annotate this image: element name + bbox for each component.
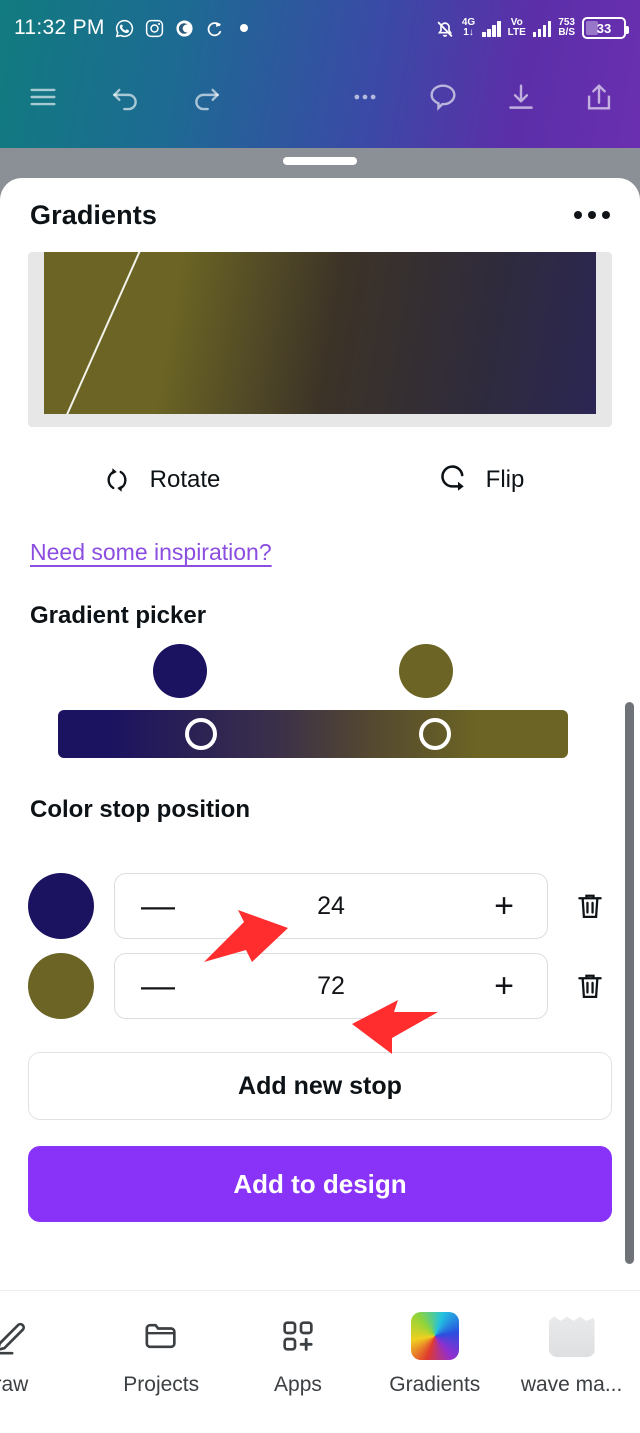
add-new-stop-button[interactable]: Add new stop	[28, 1052, 612, 1120]
status-bar-right: 4G 1↓ Vo LTE 753 B/S 33	[434, 17, 629, 39]
undo-icon[interactable]	[106, 78, 144, 116]
color-swatch[interactable]	[28, 873, 94, 939]
status-bar-left: 11:32 PM	[14, 16, 255, 40]
nav-label-wave-maker: wave ma...	[520, 1373, 623, 1396]
stop-color-bubble-1[interactable]	[153, 644, 207, 698]
wave-thumbnail-icon	[548, 1313, 595, 1359]
increment-button[interactable]: +	[487, 969, 521, 1003]
sync-icon	[204, 18, 225, 39]
gradients-rainbow-icon	[410, 1312, 459, 1360]
draw-pen-icon	[0, 1313, 33, 1359]
app-c-icon	[174, 18, 195, 39]
redo-icon[interactable]	[188, 78, 226, 116]
decrement-button[interactable]: —	[141, 969, 175, 1003]
stop-color-bubble-2[interactable]	[399, 644, 453, 698]
rotate-button[interactable]: Rotate	[0, 463, 320, 497]
gradients-bottom-sheet: Gradients Rotate Flip Need some inspirat…	[0, 178, 640, 1290]
share-icon[interactable]	[580, 78, 618, 116]
nav-label-apps: Apps	[274, 1373, 322, 1396]
sheet-scrollbar[interactable]	[625, 702, 634, 1264]
volte-indicator: Vo LTE	[507, 17, 526, 38]
page-title: Gradients	[30, 199, 157, 230]
gradient-stop-handle-1[interactable]	[184, 718, 217, 750]
nav-item-gradients[interactable]: Gradients	[366, 1312, 503, 1397]
kebab-menu-icon[interactable]	[574, 211, 610, 219]
gradient-picker-bar-fill	[58, 710, 568, 758]
flip-button[interactable]: Flip	[320, 463, 640, 497]
color-stop-rows: — 24 + — 72 +	[0, 866, 640, 1026]
delete-stop-button[interactable]	[568, 969, 612, 1003]
status-bar-clock: 11:32 PM	[14, 16, 105, 39]
trash-icon	[578, 894, 602, 919]
rotate-icon	[100, 463, 134, 497]
nav-item-wave-maker[interactable]: wave ma...	[503, 1313, 640, 1397]
folder-icon	[141, 1313, 181, 1359]
download-icon[interactable]	[502, 78, 540, 116]
more-options-icon[interactable]	[346, 78, 384, 116]
color-stop-row: — 72 +	[0, 946, 640, 1026]
stop-position-stepper[interactable]: — 24 +	[114, 873, 548, 939]
nav-item-apps[interactable]: Apps	[230, 1313, 367, 1397]
nav-label-draw: raw	[0, 1373, 29, 1396]
nav-label-projects: Projects	[123, 1373, 200, 1396]
trash-icon	[578, 974, 602, 999]
nav-item-draw[interactable]: raw	[0, 1313, 93, 1397]
editor-toolbar	[0, 60, 640, 134]
gradient-picker[interactable]	[28, 644, 612, 760]
battery-percent-label: 33	[596, 20, 612, 36]
bottom-navigation: raw Projects Apps Gradients wave ma...	[0, 1290, 640, 1433]
nav-item-projects[interactable]: Projects	[93, 1313, 230, 1397]
increment-button[interactable]: +	[487, 889, 521, 923]
flip-label: Flip	[485, 466, 525, 493]
network-type-indicator: 4G 1↓	[461, 17, 476, 38]
phone-screen: 11:32 PM 4G 1↓ Vo LTE 753 B/S 33 Gradien…	[0, 0, 640, 1433]
decrement-button[interactable]: —	[141, 889, 175, 923]
data-rate-indicator: 753 B/S	[558, 17, 575, 38]
gradient-preview[interactable]	[28, 252, 612, 427]
sheet-header: Gradients	[0, 178, 640, 252]
instagram-icon	[144, 18, 165, 39]
delete-stop-button[interactable]	[568, 889, 612, 923]
apps-grid-icon	[278, 1313, 318, 1359]
comment-icon[interactable]	[424, 78, 462, 116]
gradient-picker-bar[interactable]	[58, 710, 568, 758]
signal-bars-2-icon	[532, 20, 552, 37]
whatsapp-icon	[114, 18, 135, 39]
color-swatch[interactable]	[28, 953, 94, 1019]
add-to-design-button[interactable]: Add to design	[28, 1146, 612, 1222]
gradient-stop-handle-2[interactable]	[419, 718, 452, 750]
nav-label-gradients: Gradients	[389, 1373, 481, 1396]
color-stop-row: — 24 +	[0, 866, 640, 946]
transform-actions: Rotate Flip	[0, 463, 640, 497]
dot-icon	[234, 18, 255, 39]
signal-bars-1-icon	[482, 20, 501, 37]
inspiration-link[interactable]: Need some inspiration?	[30, 539, 272, 566]
bell-off-icon	[434, 18, 455, 39]
gradient-picker-heading: Gradient picker	[30, 602, 207, 629]
rotate-label: Rotate	[149, 466, 221, 493]
battery-indicator: 33	[582, 17, 629, 39]
status-bar: 11:32 PM 4G 1↓ Vo LTE 753 B/S 33	[0, 0, 640, 56]
flip-icon	[436, 463, 470, 497]
stop-position-stepper[interactable]: — 72 +	[114, 953, 548, 1019]
stop-position-value[interactable]: 72	[317, 972, 345, 1001]
hamburger-menu-icon[interactable]	[24, 78, 62, 116]
stop-position-value[interactable]: 24	[317, 892, 345, 921]
sheet-drag-handle[interactable]	[283, 157, 357, 165]
color-stop-position-heading: Color stop position	[30, 796, 250, 823]
